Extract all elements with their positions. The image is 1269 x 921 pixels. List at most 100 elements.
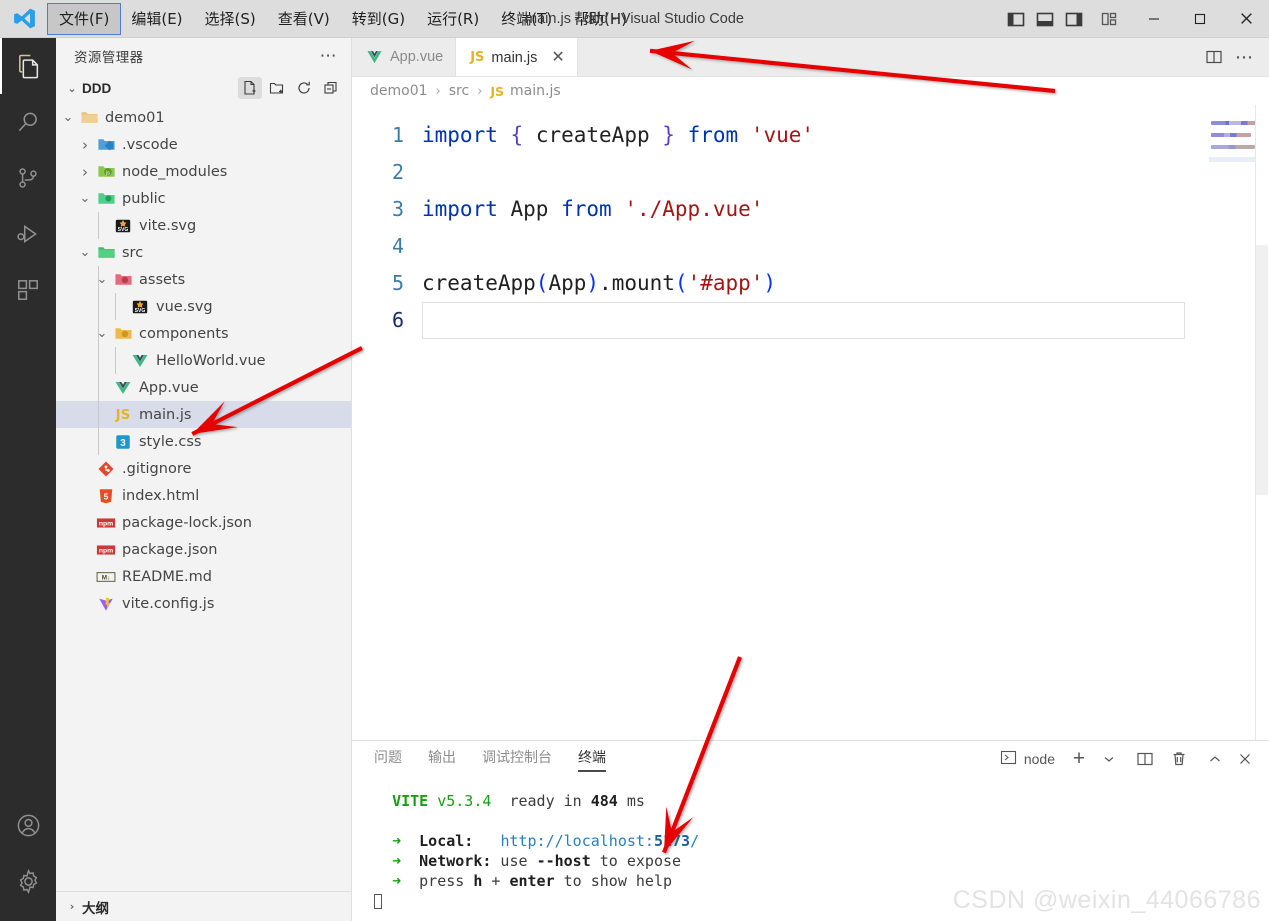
menu-item-edit[interactable]: 编辑(E) xyxy=(120,4,193,34)
close-panel-icon[interactable] xyxy=(1231,745,1259,773)
code-line[interactable]: import App from './App.vue' xyxy=(422,191,1203,228)
menu-item-help[interactable]: 帮助(H) xyxy=(563,4,638,34)
code-line[interactable] xyxy=(422,154,1203,191)
new-file-icon[interactable] xyxy=(238,77,262,99)
breadcrumb-item-main-js[interactable]: JS main.js xyxy=(490,83,560,99)
toggle-panel-icon[interactable] xyxy=(1035,9,1055,29)
split-terminal-icon[interactable] xyxy=(1131,745,1159,773)
breadcrumb-item-demo01[interactable]: demo01 xyxy=(370,83,428,99)
chevron-down-icon[interactable]: ⌄ xyxy=(75,245,95,260)
tree-file-item[interactable]: 5 index.html xyxy=(56,482,351,509)
code-editor[interactable]: 123456 import { createApp } from 'vue' im… xyxy=(352,105,1269,740)
editor-more-actions-icon[interactable]: ⋯ xyxy=(1231,44,1257,70)
panel-tab-problems[interactable]: 问题 xyxy=(374,747,402,772)
chevron-down-icon[interactable]: ⌄ xyxy=(92,326,112,341)
activity-settings-gear-icon[interactable] xyxy=(0,853,56,909)
tab-close-icon[interactable]: ✕ xyxy=(551,49,564,66)
tree-file-item[interactable]: npm package-lock.json xyxy=(56,509,351,536)
chevron-down-icon[interactable]: ⌄ xyxy=(92,272,112,287)
folder-node-icon: js xyxy=(95,162,117,181)
customize-layout-icon[interactable] xyxy=(1099,9,1119,29)
terminal-dropdown-chevron-icon[interactable] xyxy=(1095,745,1123,773)
tree-file-item[interactable]: App.vue xyxy=(56,374,351,401)
menu-item-file[interactable]: 文件(F) xyxy=(46,2,122,35)
menu-item-terminal[interactable]: 终端(T) xyxy=(490,4,563,34)
tree-file-item[interactable]: M↓ README.md xyxy=(56,563,351,590)
terminal-text: ready in xyxy=(491,792,591,810)
menu-bar[interactable]: 文件(F) 编辑(E) 选择(S) 查看(V) 转到(G) 运行(R) 终端(T… xyxy=(46,0,638,38)
chevron-right-icon[interactable]: › xyxy=(75,163,95,181)
tree-file-item[interactable]: SVG vue.svg xyxy=(56,293,351,320)
chevron-down-icon[interactable]: ⌄ xyxy=(58,110,78,125)
chevron-right-icon[interactable]: › xyxy=(75,136,95,154)
panel-tab-output[interactable]: 输出 xyxy=(428,747,456,772)
workspace-chevron-down-icon[interactable]: ⌄ xyxy=(62,82,82,95)
activity-run-debug-icon[interactable] xyxy=(0,206,56,262)
tree-folder-item[interactable]: ⌄ demo01 xyxy=(56,104,351,131)
tree-folder-item[interactable]: ⌄ components xyxy=(56,320,351,347)
tab-main-js[interactable]: JS main.js ✕ xyxy=(456,38,578,76)
tree-folder-item[interactable]: › .vscode xyxy=(56,131,351,158)
activity-source-control-icon[interactable] xyxy=(0,150,56,206)
workspace-section-header[interactable]: ⌄ DDD xyxy=(56,74,351,102)
menu-item-run[interactable]: 运行(R) xyxy=(416,4,490,34)
breadcrumb-item-src[interactable]: src xyxy=(449,83,469,99)
terminal-text: enter xyxy=(509,872,555,890)
activity-search-icon[interactable] xyxy=(0,94,56,150)
menu-item-go[interactable]: 转到(G) xyxy=(341,4,416,34)
tree-file-item[interactable]: vite.config.js xyxy=(56,590,351,617)
chevron-down-icon[interactable]: ⌄ xyxy=(75,191,95,206)
explorer-more-icon[interactable]: ⋯ xyxy=(312,46,345,66)
tree-folder-item[interactable]: › js node_modules xyxy=(56,158,351,185)
new-terminal-icon[interactable]: + xyxy=(1065,745,1093,773)
panel-tab-terminal[interactable]: 终端 xyxy=(578,747,606,772)
code-line[interactable] xyxy=(422,302,1185,339)
code-token: { xyxy=(510,123,524,147)
tree-file-item[interactable]: SVG vite.svg xyxy=(56,212,351,239)
tree-file-item[interactable]: npm package.json xyxy=(56,536,351,563)
toggle-secondary-sidebar-icon[interactable] xyxy=(1064,9,1084,29)
split-editor-icon[interactable] xyxy=(1201,44,1227,70)
outline-chevron-right-icon[interactable]: › xyxy=(62,900,82,913)
code-token: ) xyxy=(763,271,777,295)
kill-terminal-trash-icon[interactable] xyxy=(1165,745,1193,773)
svg-text:js: js xyxy=(104,170,109,176)
tree-folder-item[interactable]: ⌄ assets xyxy=(56,266,351,293)
editor-scrollbar[interactable] xyxy=(1255,105,1269,740)
tree-file-item[interactable]: JS main.js xyxy=(56,401,351,428)
tree-file-item[interactable]: .gitignore xyxy=(56,455,351,482)
editor-scrollbar-thumb[interactable] xyxy=(1256,245,1268,495)
close-window-button[interactable] xyxy=(1223,0,1269,38)
outline-section-header[interactable]: › 大纲 xyxy=(56,891,351,921)
menu-item-selection[interactable]: 选择(S) xyxy=(194,4,267,34)
toggle-primary-sidebar-icon[interactable] xyxy=(1006,9,1026,29)
terminal-selector[interactable]: node xyxy=(996,749,1063,769)
code-token: App xyxy=(510,197,549,221)
maximize-button[interactable] xyxy=(1177,0,1223,38)
panel-tab-debug-console[interactable]: 调试控制台 xyxy=(482,747,552,772)
new-folder-icon[interactable] xyxy=(265,77,289,99)
code-line[interactable] xyxy=(422,228,1203,265)
activity-account-icon[interactable] xyxy=(0,797,56,853)
tree-folder-item[interactable]: ⌄ public xyxy=(56,185,351,212)
file-tree[interactable]: ⌄ demo01 › .vscode › js node_modules ⌄ public SVG… xyxy=(56,102,351,891)
tree-file-item[interactable]: 3 style.css xyxy=(56,428,351,455)
terminal-text: ➜ xyxy=(392,852,402,870)
code-content[interactable]: import { createApp } from 'vue' import Ap… xyxy=(422,105,1203,740)
tree-folder-item[interactable]: ⌄ src xyxy=(56,239,351,266)
collapse-all-icon[interactable] xyxy=(319,77,343,99)
menu-item-view[interactable]: 查看(V) xyxy=(267,4,341,34)
folder-src-icon xyxy=(95,243,117,262)
code-line[interactable]: import { createApp } from 'vue' xyxy=(422,117,1203,154)
refresh-icon[interactable] xyxy=(292,77,316,99)
minimize-button[interactable] xyxy=(1131,0,1177,38)
tree-file-item[interactable]: HelloWorld.vue xyxy=(56,347,351,374)
activity-extensions-icon[interactable] xyxy=(0,262,56,318)
tab-app-vue[interactable]: App.vue xyxy=(352,38,457,76)
code-line[interactable]: createApp(App).mount('#app') xyxy=(422,265,1203,302)
terminal-output[interactable]: VITE v5.3.4 ready in 484 ms ➜ Local: htt… xyxy=(352,777,1269,921)
maximize-panel-chevron-icon[interactable] xyxy=(1201,745,1229,773)
activity-explorer-icon[interactable] xyxy=(0,38,56,94)
